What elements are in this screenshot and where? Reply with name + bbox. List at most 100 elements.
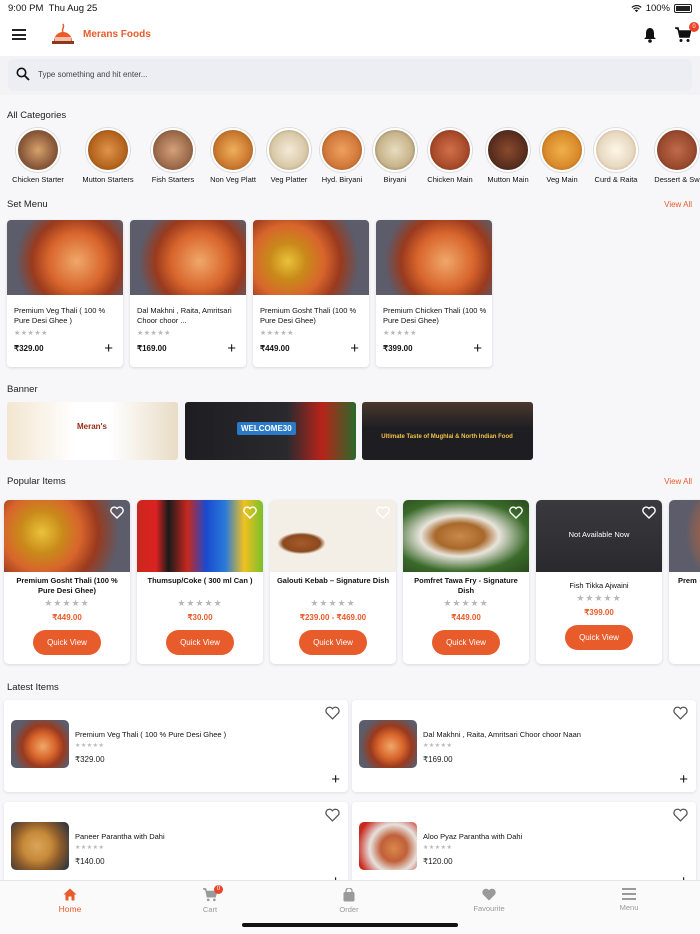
latest-item-card[interactable]: Aloo Pyaz Parantha with Dahi ★★★★★ ₹120.…: [352, 802, 696, 880]
set-menu-card[interactable]: Premium Veg Thali ( 100 % Pure Desi Ghee…: [7, 220, 123, 367]
cart-badge: 0: [689, 22, 699, 32]
rating-stars: ★★★★★: [14, 330, 48, 337]
food-image: [359, 720, 417, 768]
battery-icon: [674, 4, 692, 13]
latest-items-title: Latest Items: [7, 682, 59, 693]
thali-image: [7, 220, 123, 295]
category-item[interactable]: Biryani: [364, 128, 426, 184]
popular-view-all-link[interactable]: View All: [664, 477, 692, 486]
set-menu-card[interactable]: Premium Gosht Thali (100 % Pure Desi Ghe…: [253, 220, 369, 367]
heart-icon[interactable]: [509, 506, 523, 519]
bell-icon[interactable]: [643, 27, 657, 43]
search-input[interactable]: Type something and hit enter...: [38, 70, 147, 79]
heart-icon: [482, 888, 496, 901]
popular-item-card[interactable]: Thumsup/Coke ( 300 ml Can ) ★★★★★ ₹30.00…: [137, 500, 263, 664]
wifi-icon: [631, 4, 642, 13]
tab-home[interactable]: Home: [30, 888, 110, 914]
rating-stars: ★★★★★: [423, 845, 453, 851]
food-image: [11, 720, 69, 768]
popular-item-card[interactable]: Not Available Now Fish Tikka Ajwaini ★★★…: [536, 500, 662, 664]
food-image: [270, 500, 396, 572]
tab-order[interactable]: Order: [309, 888, 389, 914]
rating-stars: ★★★★★: [75, 743, 105, 749]
popular-item-card[interactable]: Pomfret Tawa Fry - Signature Dish ★★★★★ …: [403, 500, 529, 664]
popular-items-title: Popular Items: [7, 476, 66, 487]
rating-stars: ★★★★★: [576, 593, 622, 603]
add-button[interactable]: +: [679, 772, 688, 787]
category-item[interactable]: Veg Main: [531, 128, 593, 184]
shopping-bag-icon: [343, 888, 355, 902]
cart-icon[interactable]: [675, 27, 691, 43]
banner-item[interactable]: WELCOME30: [185, 402, 356, 460]
categories-row: Chicken Starter Mutton Starters Fish Sta…: [0, 128, 700, 188]
popular-item-card[interactable]: Premium Gosht Thali (100 % Pure Desi Ghe…: [4, 500, 130, 664]
category-item[interactable]: Curd & Raita: [585, 128, 647, 184]
tab-favourite[interactable]: Favourite: [449, 888, 529, 913]
heart-icon[interactable]: [673, 808, 688, 822]
heart-icon[interactable]: [243, 506, 257, 519]
set-menu-card[interactable]: Premium Chicken Thali (100 % Pure Desi G…: [376, 220, 492, 367]
status-time: 9:00 PM Thu Aug 25: [8, 3, 98, 14]
category-item[interactable]: Fish Starters: [142, 128, 204, 184]
rating-stars: ★★★★★: [443, 598, 489, 608]
category-item[interactable]: Mutton Main: [477, 128, 539, 184]
banner-item[interactable]: Meran's: [7, 402, 178, 460]
tab-cart[interactable]: Cart 0: [170, 885, 250, 914]
tab-menu[interactable]: Menu: [589, 888, 669, 912]
heart-icon[interactable]: [325, 808, 340, 822]
not-available-label: Not Available Now: [568, 530, 630, 539]
tab-cart-badge: 0: [214, 885, 223, 894]
brand-name: Merans Foods: [83, 29, 151, 40]
food-image: [11, 822, 69, 870]
status-bar: 9:00 PM Thu Aug 25 100%: [0, 0, 700, 16]
popular-item-card[interactable]: Prem: [669, 500, 700, 664]
categories-title: All Categories: [7, 110, 67, 121]
set-menu-view-all-link[interactable]: View All: [664, 200, 692, 209]
rating-stars: ★★★★★: [44, 598, 90, 608]
food-image: [669, 500, 700, 572]
add-button[interactable]: +: [331, 772, 340, 787]
rating-stars: ★★★★★: [383, 330, 417, 337]
category-item[interactable]: Mutton Starters: [77, 128, 139, 184]
category-item[interactable]: Dessert & Sw: [646, 128, 700, 184]
category-item[interactable]: Chicken Main: [419, 128, 481, 184]
category-item[interactable]: Non Veg Platt: [202, 128, 264, 184]
category-item[interactable]: Chicken Starter: [7, 128, 69, 184]
banner-item[interactable]: Ultimate Taste of Mughlai & North Indian…: [362, 402, 533, 460]
home-indicator: [242, 923, 458, 927]
rating-stars: ★★★★★: [137, 330, 171, 337]
heart-icon[interactable]: [673, 706, 688, 720]
latest-item-card[interactable]: Premium Veg Thali ( 100 % Pure Desi Ghee…: [4, 700, 348, 792]
add-button[interactable]: +: [350, 341, 359, 356]
quick-view-button[interactable]: Quick View: [299, 630, 367, 655]
hamburger-menu-icon[interactable]: [12, 29, 26, 40]
main-content: All Categories Chicken Starter Mutton St…: [0, 95, 700, 880]
heart-icon[interactable]: [642, 506, 656, 519]
banner-title: Banner: [7, 384, 38, 395]
add-button[interactable]: +: [104, 341, 113, 356]
thali-image: [130, 220, 246, 295]
rating-stars: ★★★★★: [75, 845, 105, 851]
menu-icon: [622, 888, 636, 900]
quick-view-button[interactable]: Quick View: [166, 630, 234, 655]
add-button[interactable]: +: [473, 341, 482, 356]
food-image: [403, 500, 529, 572]
quick-view-button[interactable]: Quick View: [33, 630, 101, 655]
food-image: [137, 500, 263, 572]
heart-icon[interactable]: [110, 506, 124, 519]
popular-item-card[interactable]: Galouti Kebab – Signature Dish ★★★★★ ₹23…: [270, 500, 396, 664]
latest-item-card[interactable]: Dal Makhni , Raita, Amritsari Choor choo…: [352, 700, 696, 792]
quick-view-button[interactable]: Quick View: [432, 630, 500, 655]
battery-percent: 100%: [645, 3, 670, 14]
rating-stars: ★★★★★: [310, 598, 356, 608]
latest-item-card[interactable]: Paneer Parantha with Dahi ★★★★★ ₹140.00 …: [4, 802, 348, 880]
quick-view-button[interactable]: Quick View: [565, 625, 633, 650]
heart-icon[interactable]: [325, 706, 340, 720]
search-bar[interactable]: Type something and hit enter...: [8, 59, 692, 91]
set-menu-title: Set Menu: [7, 199, 48, 210]
heart-icon[interactable]: [376, 506, 390, 519]
set-menu-card[interactable]: Dal Makhni , Raita, Amritsari Choor choo…: [130, 220, 246, 367]
rating-stars: ★★★★★: [177, 598, 223, 608]
rating-stars: ★★★★★: [260, 330, 294, 337]
add-button[interactable]: +: [227, 341, 236, 356]
